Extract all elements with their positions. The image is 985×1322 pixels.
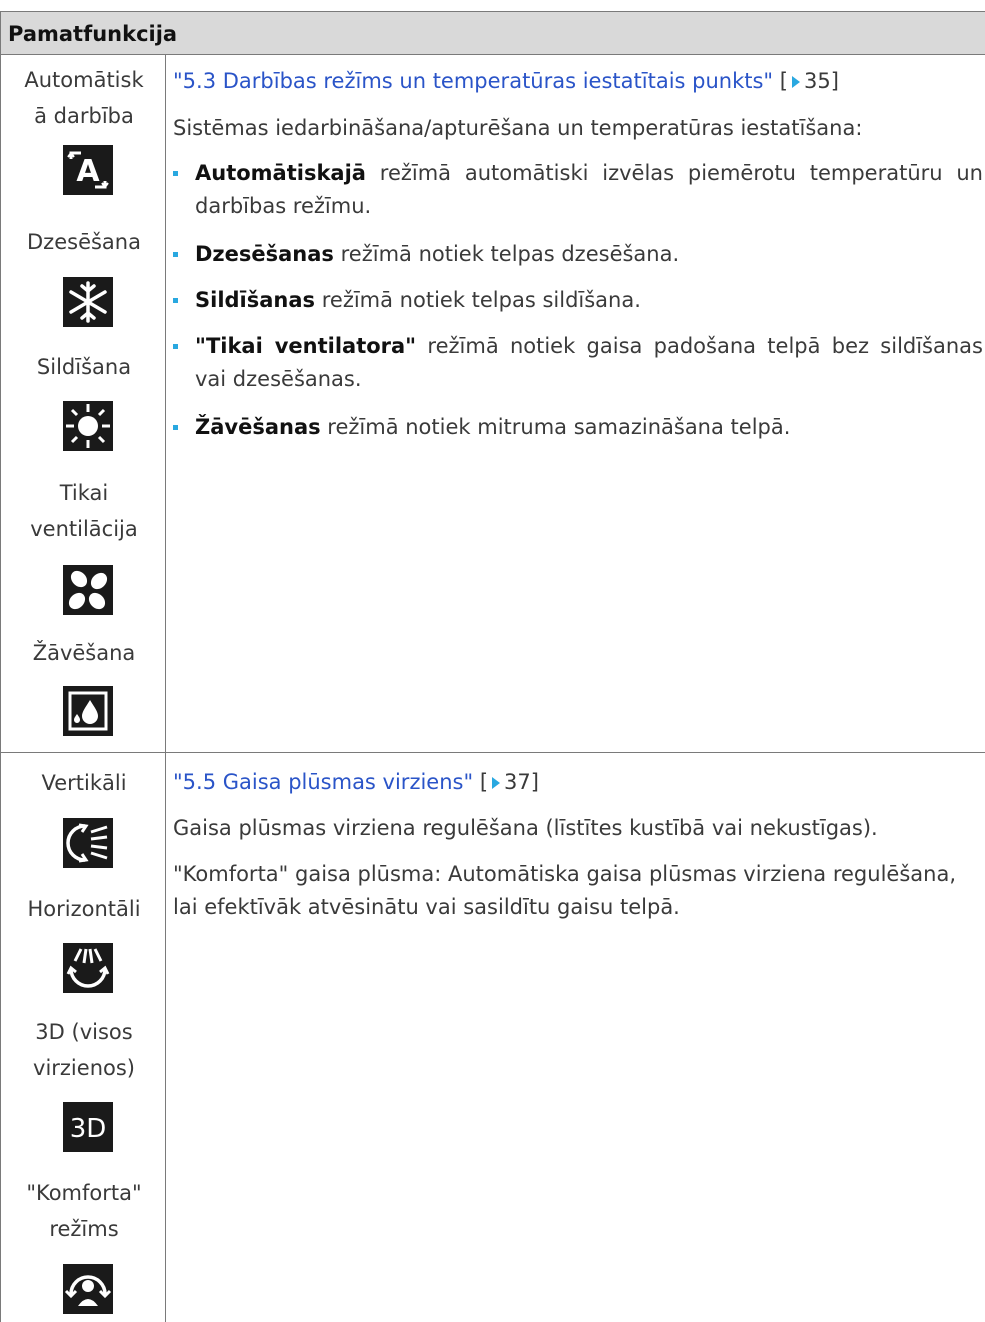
label-fan-only: Tikai ventilācija bbox=[30, 481, 138, 541]
intro-text: Sistēmas iedarbināšana/apturēšana un tem… bbox=[173, 116, 863, 140]
section-link-5-3[interactable]: "5.3 Darbības režīms un temperatūras ies… bbox=[173, 64, 983, 99]
bullet-marker bbox=[173, 252, 178, 257]
3d-icon: 3D bbox=[63, 1102, 113, 1152]
comfort-airflow-text: "Komforta" gaisa plūsma: Automātiska gai… bbox=[173, 862, 956, 919]
bullet-marker bbox=[173, 171, 178, 176]
comfort-mode-icon bbox=[63, 1264, 113, 1314]
label-horizontal: Horizontāli bbox=[27, 897, 141, 921]
row-divider bbox=[0, 752, 985, 753]
page-ref-37[interactable]: 37] bbox=[504, 770, 539, 794]
drop-icon bbox=[63, 686, 113, 736]
vertical-swing-icon bbox=[63, 818, 113, 868]
function-table: Pamatfunkcija Automātisk ā darbība A Dze… bbox=[0, 0, 985, 1322]
label-dry: Žāvēšana bbox=[32, 641, 136, 665]
label-auto: Automātisk ā darbība bbox=[24, 68, 144, 128]
bullet-marker bbox=[173, 344, 178, 349]
page-ref-35[interactable]: 35] bbox=[804, 69, 839, 93]
label-comfort: "Komforta" režīms bbox=[26, 1181, 142, 1241]
page-arrow-icon bbox=[492, 776, 501, 789]
bracket-open: [ bbox=[479, 770, 489, 794]
bullet-bold: Žāvēšanas bbox=[195, 415, 321, 439]
airflow-text: Gaisa plūsmas virziena regulēšana (līstī… bbox=[173, 816, 878, 840]
3d-icon-text: 3D bbox=[70, 1114, 107, 1144]
bullet-text: režīmā notiek mitruma samazināšana telpā… bbox=[320, 415, 791, 439]
auto-mode-icon: A bbox=[63, 145, 113, 195]
link-5-3[interactable]: "5.3 Darbības režīms un temperatūras ies… bbox=[173, 69, 773, 93]
bracket-open: [ bbox=[779, 69, 788, 93]
link-5-5[interactable]: "5.5 Gaisa plūsmas virziens" bbox=[173, 770, 473, 794]
list-item: Automātiskajā režīmā automātiski izvēlas… bbox=[173, 157, 983, 223]
page-arrow-icon bbox=[791, 75, 800, 88]
horizontal-swing-icon bbox=[63, 943, 113, 993]
label-cooling: Dzesēšana bbox=[27, 230, 141, 254]
sun-icon bbox=[63, 401, 113, 451]
bullet-bold: "Tikai ventilatora" bbox=[195, 334, 417, 358]
header-title: Pamatfunkcija bbox=[8, 22, 178, 46]
left-border bbox=[0, 11, 1, 1322]
bullet-bold: Dzesēšanas bbox=[195, 242, 334, 266]
table-header: Pamatfunkcija bbox=[0, 11, 985, 55]
bullet-marker bbox=[173, 298, 178, 303]
bullet-text: režīmā notiek telpas sildīšana. bbox=[315, 288, 641, 312]
label-vertical: Vertikāli bbox=[41, 771, 127, 795]
section-link-5-5[interactable]: "5.5 Gaisa plūsmas virziens" [37] bbox=[173, 765, 983, 800]
fan-icon bbox=[63, 565, 113, 615]
bullet-bold: Automātiskajā bbox=[195, 161, 366, 185]
bullet-text: režīmā notiek telpas dzesēšana. bbox=[333, 242, 680, 266]
bullet-marker bbox=[173, 425, 178, 430]
label-3d: 3D (visos virzienos) bbox=[33, 1020, 135, 1080]
svg-text:A: A bbox=[76, 154, 100, 189]
column-divider bbox=[165, 55, 166, 1322]
snowflake-icon bbox=[63, 277, 113, 327]
label-heating: Sildīšana bbox=[36, 355, 132, 379]
bullet-bold: Sildīšanas bbox=[195, 288, 316, 312]
